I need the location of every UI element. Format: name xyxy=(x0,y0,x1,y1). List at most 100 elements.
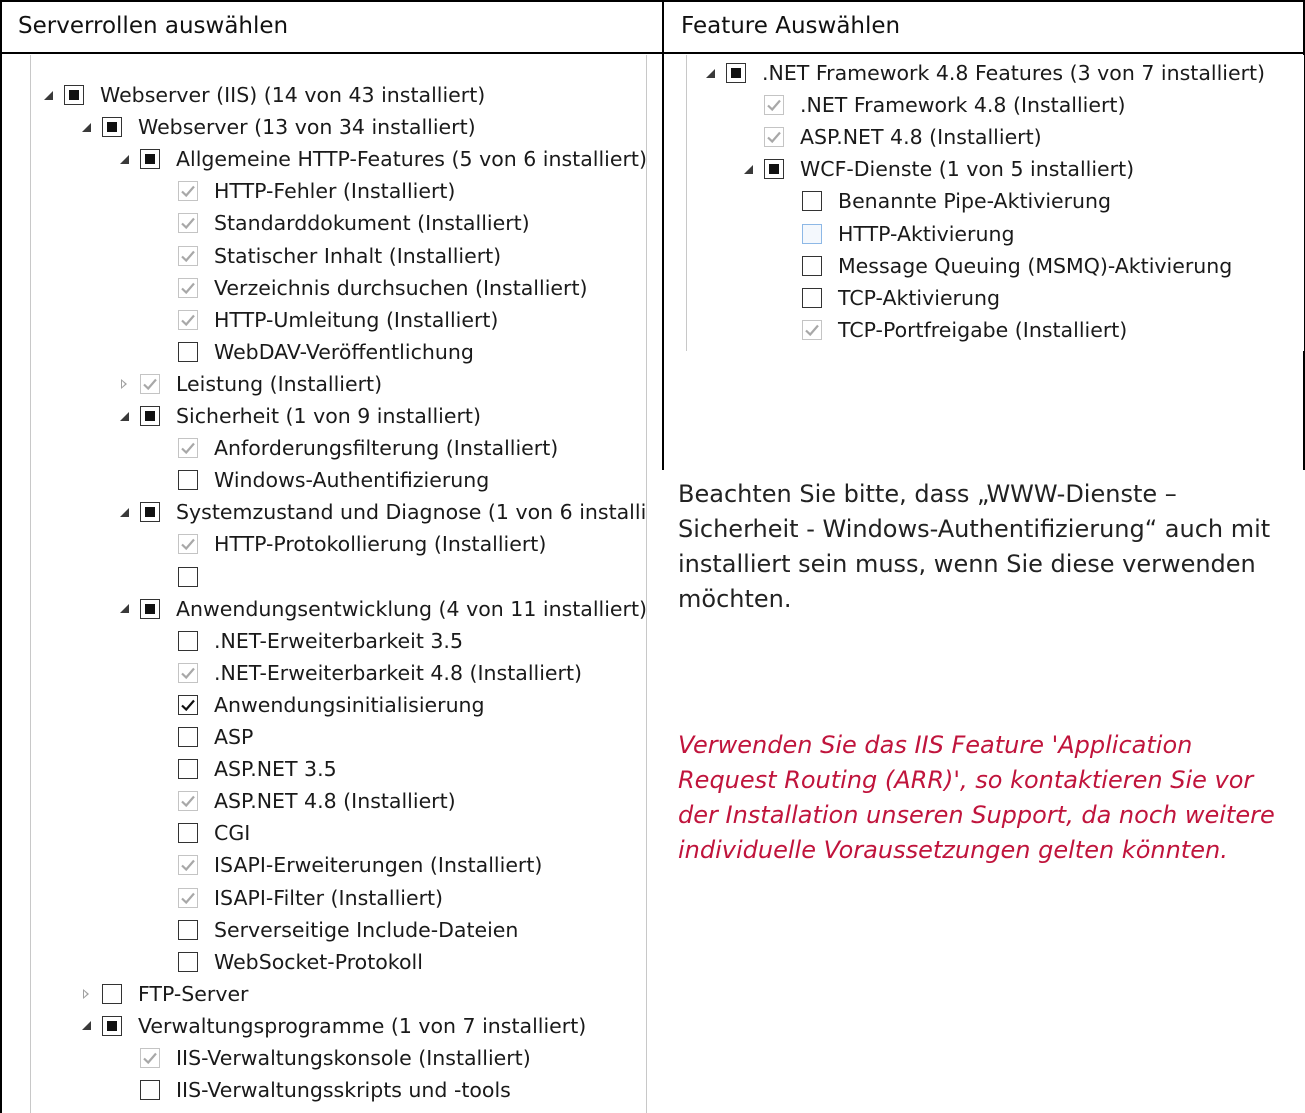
checkbox[interactable] xyxy=(178,566,198,587)
role-tree-item[interactable]: .NET-Erweiterbarkeit 3.5 xyxy=(154,625,463,657)
feature-tree-item[interactable]: TCP-Portfreigabe (Installiert) xyxy=(778,314,1127,346)
checkbox[interactable] xyxy=(178,662,198,683)
checkbox[interactable] xyxy=(178,213,198,234)
role-tree-item[interactable]: ISAPI-Erweiterungen (Installiert) xyxy=(154,849,542,881)
checkbox[interactable] xyxy=(178,727,198,747)
role-tree-item[interactable]: IIS-Verwaltungsskripts und -tools xyxy=(116,1074,511,1106)
collapse-arrow-icon[interactable] xyxy=(116,400,132,432)
checkbox[interactable] xyxy=(178,277,198,298)
collapse-arrow-icon[interactable] xyxy=(116,593,132,625)
checkbox[interactable] xyxy=(178,630,198,651)
warning-line: individuelle Voraussetzungen gelten könn… xyxy=(678,836,1228,864)
feature-tree-item[interactable]: Benannte Pipe-Aktivierung xyxy=(778,185,1111,217)
role-tree-item[interactable]: Systemzustand und Diagnose (1 von 6 inst… xyxy=(116,496,647,528)
role-tree-item[interactable]: IIS-Verwaltungskonsole (Installiert) xyxy=(116,1042,531,1074)
role-tree-item[interactable]: ASP xyxy=(154,721,253,753)
checkbox[interactable] xyxy=(178,181,198,202)
checkbox[interactable] xyxy=(140,1048,160,1068)
checkbox[interactable] xyxy=(802,255,822,276)
checkbox[interactable] xyxy=(726,63,746,83)
role-tree-item[interactable]: FTP-Server xyxy=(78,978,249,1010)
checkbox[interactable] xyxy=(178,694,198,715)
checkbox[interactable] xyxy=(764,159,784,180)
checkbox[interactable] xyxy=(140,598,160,619)
role-tree-item[interactable]: Verwaltungsprogramme (1 von 7 installier… xyxy=(78,1010,586,1042)
checkbox[interactable] xyxy=(140,149,160,170)
collapse-arrow-icon[interactable] xyxy=(78,111,94,143)
expand-arrow-icon[interactable] xyxy=(78,978,94,1010)
checkbox[interactable] xyxy=(178,855,198,876)
role-tree-item[interactable]: HTTP-Umleitung (Installiert) xyxy=(154,304,498,336)
role-tree-item[interactable]: Verzeichnis durchsuchen (Installiert) xyxy=(154,272,587,304)
role-tree-item[interactable]: CGI xyxy=(154,817,250,849)
tree-item-label: Webserver (IIS) (14 von 43 installiert) xyxy=(100,83,486,107)
feature-tree-item[interactable]: WCF-Dienste (1 von 5 installiert) xyxy=(740,153,1134,185)
role-tree-item[interactable]: .NET-Erweiterbarkeit 4.8 (Installiert) xyxy=(154,657,582,689)
collapse-arrow-icon[interactable] xyxy=(116,496,132,528)
checkbox[interactable] xyxy=(178,759,198,780)
checkbox[interactable] xyxy=(178,245,198,266)
role-tree-item[interactable]: Statischer Inhalt (Installiert) xyxy=(154,240,501,272)
feature-tree-item[interactable]: ASP.NET 4.8 (Installiert) xyxy=(740,121,1042,153)
checkbox[interactable] xyxy=(178,887,198,908)
collapse-arrow-icon[interactable] xyxy=(740,153,756,185)
checkbox[interactable] xyxy=(178,470,198,491)
checkbox[interactable] xyxy=(140,406,160,426)
checkbox[interactable] xyxy=(140,1080,160,1101)
checkbox[interactable] xyxy=(102,983,122,1004)
role-tree-item[interactable]: Serverseitige Include-Dateien xyxy=(154,914,518,946)
role-tree-item[interactable]: Anforderungsfilterung (Installiert) xyxy=(154,432,558,464)
checkbox[interactable] xyxy=(764,127,784,148)
feature-tree-item[interactable]: .NET Framework 4.8 Features (3 von 7 ins… xyxy=(702,57,1265,89)
feature-tree-item[interactable]: .NET Framework 4.8 (Installiert) xyxy=(740,89,1125,121)
collapse-arrow-icon[interactable] xyxy=(78,1010,94,1042)
collapse-arrow-icon[interactable] xyxy=(40,79,56,111)
role-tree-item[interactable]: Allgemeine HTTP-Features (5 von 6 instal… xyxy=(116,143,647,175)
role-tree-item[interactable]: HTTP-Protokollierung (Installiert) xyxy=(154,528,546,560)
checkbox[interactable] xyxy=(102,1015,122,1036)
role-tree-item[interactable]: Webserver (13 von 34 installiert) xyxy=(78,111,476,143)
checkbox[interactable] xyxy=(140,502,160,523)
role-tree-item[interactable]: Standarddokument (Installiert) xyxy=(154,207,530,239)
checkbox[interactable] xyxy=(178,919,198,940)
role-tree-item[interactable]: WebDAV-Veröffentlichung xyxy=(154,336,474,368)
checkbox[interactable] xyxy=(178,951,198,972)
role-tree-item[interactable]: Anwendungsinitialisierung xyxy=(154,689,485,721)
tree-item-label: Anforderungsfilterung (Installiert) xyxy=(214,436,559,461)
feature-tree-item[interactable]: HTTP-Aktivierung xyxy=(778,218,1014,250)
role-tree-item[interactable]: HTTP-Fehler (Installiert) xyxy=(154,175,455,207)
checkbox[interactable] xyxy=(178,823,198,844)
checkbox[interactable] xyxy=(178,791,198,812)
checkbox[interactable] xyxy=(140,373,160,394)
expand-arrow-icon[interactable] xyxy=(116,368,132,400)
role-tree-item[interactable]: Anwendungsentwicklung (4 von 11 installi… xyxy=(116,593,647,625)
role-tree-item[interactable]: ASP.NET 3.5 xyxy=(154,753,337,785)
checkbox[interactable] xyxy=(802,287,822,308)
server-roles-tree[interactable]: Webserver (IIS) (14 von 43 installiert) W… xyxy=(30,55,647,1113)
role-tree-item[interactable]: Windows-Authentifizierung xyxy=(154,464,489,496)
role-tree-item[interactable]: ISAPI-Filter (Installiert) xyxy=(154,882,443,914)
role-tree-item[interactable]: Sicherheit (1 von 9 installiert) xyxy=(116,400,481,432)
checkbox[interactable] xyxy=(802,191,822,212)
checkbox[interactable] xyxy=(764,95,784,116)
role-tree-item[interactable]: ASP.NET 4.8 (Installiert) xyxy=(154,785,456,817)
checkbox[interactable] xyxy=(178,309,198,330)
role-tree-item[interactable]: Webserver (IIS) (14 von 43 installiert) xyxy=(40,79,485,111)
collapse-arrow-icon[interactable] xyxy=(702,57,718,89)
checkbox[interactable] xyxy=(102,117,122,138)
feature-tree-item[interactable]: Message Queuing (MSMQ)-Aktivierung xyxy=(778,250,1232,282)
role-tree-item[interactable] xyxy=(154,561,214,593)
tree-item-label: HTTP-Aktivierung xyxy=(838,221,1015,246)
role-tree-item[interactable]: Leistung (Installiert) xyxy=(116,368,382,400)
checkbox[interactable] xyxy=(178,534,198,555)
features-tree[interactable]: .NET Framework 4.8 Features (3 von 7 ins… xyxy=(686,55,1304,351)
checkbox[interactable] xyxy=(178,341,198,362)
checkbox[interactable] xyxy=(802,223,822,244)
checkbox[interactable] xyxy=(802,319,822,340)
checkbox[interactable] xyxy=(178,438,198,459)
role-tree-item[interactable]: WebSocket-Protokoll xyxy=(154,946,423,978)
collapse-arrow-icon[interactable] xyxy=(116,143,132,175)
feature-tree-item[interactable]: TCP-Aktivierung xyxy=(778,282,1000,314)
checkbox[interactable] xyxy=(64,85,84,105)
